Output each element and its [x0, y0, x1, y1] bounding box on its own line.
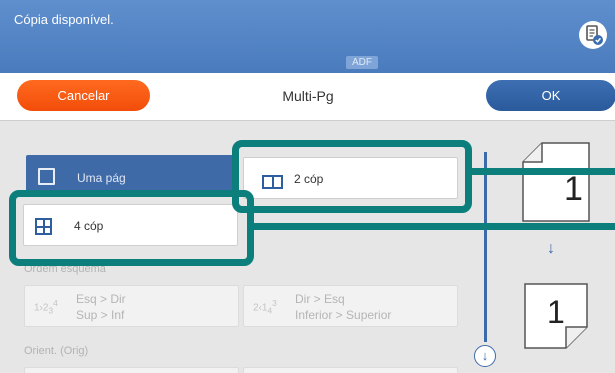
page-title: Multi-Pg	[282, 88, 334, 104]
scroll-track	[484, 152, 487, 342]
order-option-right-left[interactable]: 2‹143 Dir > Esq Inferior > Superior	[243, 285, 458, 327]
callout-four-up	[9, 190, 254, 266]
document-check-icon	[586, 25, 603, 45]
ok-button[interactable]: OK	[486, 80, 615, 111]
scroll-down-button[interactable]: ↓	[474, 345, 496, 367]
document-status-button[interactable]	[579, 21, 607, 49]
svg-text:1: 1	[564, 170, 583, 208]
callout-line-two-up	[465, 168, 615, 175]
status-bar: Cópia disponível. ADF	[0, 0, 615, 73]
orient-option-2[interactable]	[243, 367, 458, 373]
page-number: 1	[547, 294, 565, 330]
option-one-page-label: Uma pág	[77, 171, 126, 185]
orient-section-title: Orient. (Orig)	[24, 345, 89, 357]
order-left-right-icon: 1›234	[34, 298, 58, 316]
orient-option-1[interactable]	[24, 367, 239, 373]
status-message: Cópia disponível.	[14, 12, 114, 27]
adf-indicator: ADF	[346, 56, 378, 69]
order-option-1-line2: Sup > Inf	[76, 308, 125, 322]
single-page-icon	[38, 168, 55, 185]
order-option-left-right[interactable]: 1›234 Esq > Dir Sup > Inf	[24, 285, 239, 327]
order-option-1-line1: Esq > Dir	[76, 292, 126, 306]
callout-two-up	[232, 140, 472, 213]
cancel-button[interactable]: Cancelar	[17, 80, 150, 111]
order-option-2-line2: Inferior > Superior	[295, 308, 392, 322]
order-right-left-icon: 2‹143	[253, 298, 277, 316]
page-preview-icon: 1	[522, 142, 590, 222]
arrow-down-icon: ↓	[547, 240, 555, 257]
arrow-down-circle-icon: ↓	[481, 348, 489, 363]
callout-line-four-up	[247, 223, 615, 230]
order-option-2-line1: Dir > Esq	[295, 292, 345, 306]
header-bar: Cancelar Multi-Pg OK	[0, 73, 615, 121]
